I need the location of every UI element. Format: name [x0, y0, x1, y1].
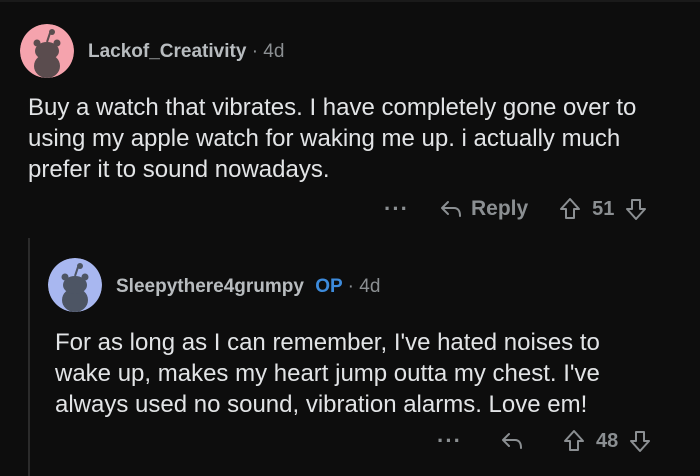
upvote-icon[interactable]	[562, 429, 586, 453]
reply-button[interactable]	[500, 431, 532, 451]
snoo-avatar-icon	[48, 258, 102, 312]
top-divider	[0, 0, 700, 2]
comment-actions: ··· Reply 51	[384, 194, 648, 224]
separator: ·	[347, 276, 354, 297]
reply-button[interactable]: Reply	[439, 197, 528, 221]
username[interactable]: Sleepythere4grumpy	[116, 276, 304, 297]
reply-arrow-icon	[440, 201, 461, 217]
comment-age: 4d	[263, 41, 285, 62]
op-badge: OP	[315, 276, 343, 297]
more-options-button[interactable]: ···	[384, 198, 409, 220]
vote-controls: 51	[558, 197, 648, 221]
comment-body: Buy a watch that vibrates. I have comple…	[28, 94, 637, 183]
vote-score: 48	[595, 429, 619, 452]
comment-age: 4d	[359, 276, 381, 297]
comment-actions: ··· 48	[437, 426, 652, 456]
avatar[interactable]	[20, 24, 74, 78]
thread-line[interactable]	[28, 238, 30, 476]
downvote-icon[interactable]	[624, 197, 648, 221]
more-options-button[interactable]: ···	[437, 430, 462, 452]
snoo-avatar-icon	[20, 24, 74, 78]
downvote-icon[interactable]	[628, 429, 652, 453]
comment-body: For as long as I can remember, I've hate…	[55, 329, 600, 418]
username[interactable]: Lackof_Creativity	[88, 41, 246, 62]
reply-label: Reply	[470, 197, 529, 220]
comment-author[interactable]: Sleepythere4grumpy OP · 4d	[116, 276, 380, 298]
avatar[interactable]	[48, 258, 102, 312]
vote-controls: 48	[562, 429, 652, 453]
reply-arrow-icon	[501, 433, 522, 449]
comment-author[interactable]: Lackof_Creativity · 4d	[88, 41, 284, 63]
upvote-icon[interactable]	[558, 197, 582, 221]
vote-score: 51	[592, 197, 615, 220]
separator: ·	[251, 41, 259, 62]
